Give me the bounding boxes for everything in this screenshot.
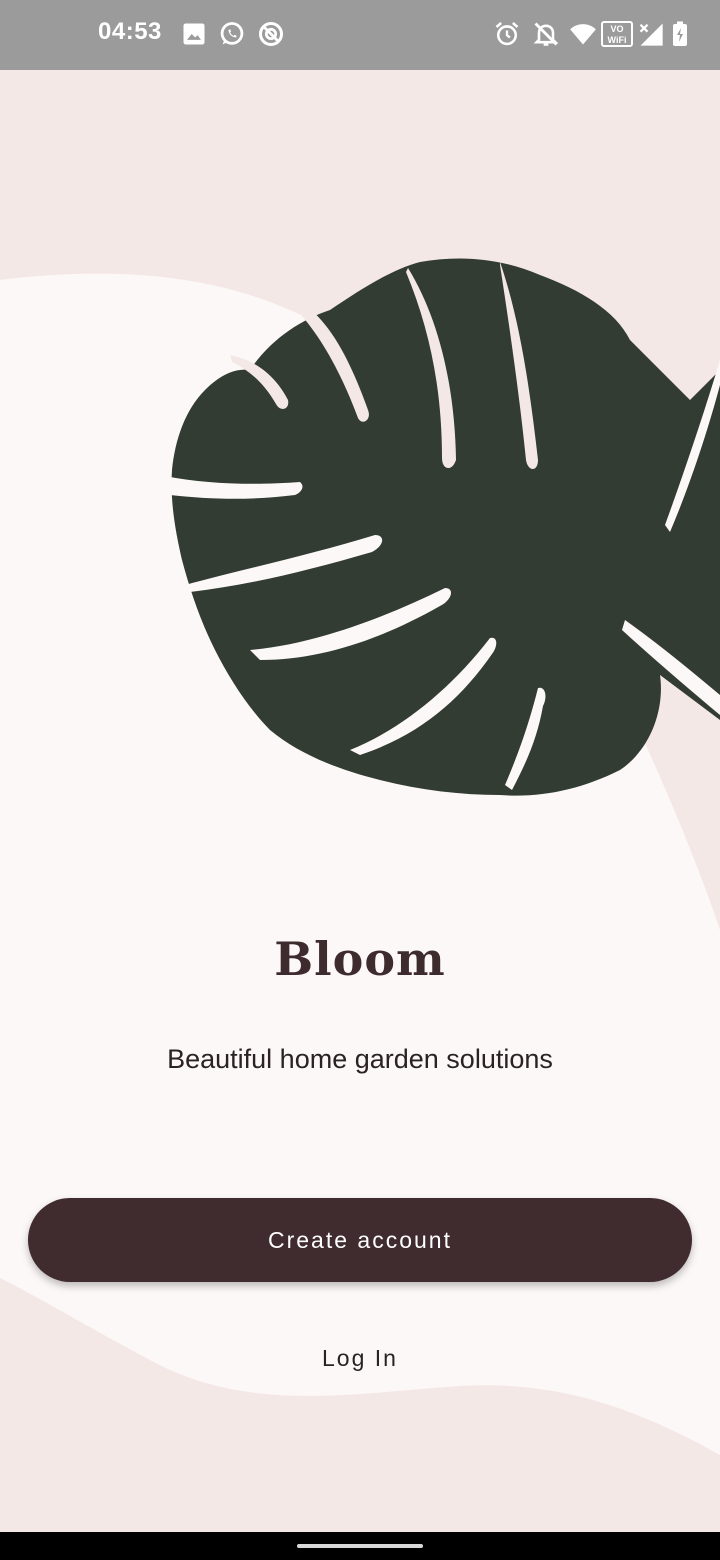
status-bar: 04:53 VO WiFi	[0, 0, 720, 70]
status-time: 04:53	[98, 18, 162, 45]
create-account-button[interactable]: Create account	[28, 1198, 692, 1282]
svg-text:WiFi: WiFi	[608, 35, 627, 45]
whatsapp-icon	[218, 20, 246, 48]
navigation-bar	[0, 1532, 720, 1560]
app-tagline: Beautiful home garden solutions	[167, 1044, 553, 1074]
data-saver-icon	[257, 20, 285, 48]
alarm-icon	[493, 20, 521, 48]
welcome-screen: 04:53 VO WiFi Bloom Beautiful home garde…	[0, 0, 720, 1560]
svg-text:VO: VO	[610, 24, 623, 34]
monstera-leaf-illustration	[165, 258, 720, 796]
notifications-off-icon	[532, 20, 560, 48]
signal-icon	[637, 20, 665, 48]
vowifi-icon: VO WiFi	[601, 20, 633, 48]
wifi-icon	[569, 20, 597, 48]
battery-charging-icon	[668, 20, 692, 48]
gesture-handle[interactable]	[297, 1544, 423, 1548]
app-title: Bloom	[274, 932, 446, 986]
login-button[interactable]: Log In	[260, 1330, 460, 1386]
image-icon	[180, 20, 208, 48]
